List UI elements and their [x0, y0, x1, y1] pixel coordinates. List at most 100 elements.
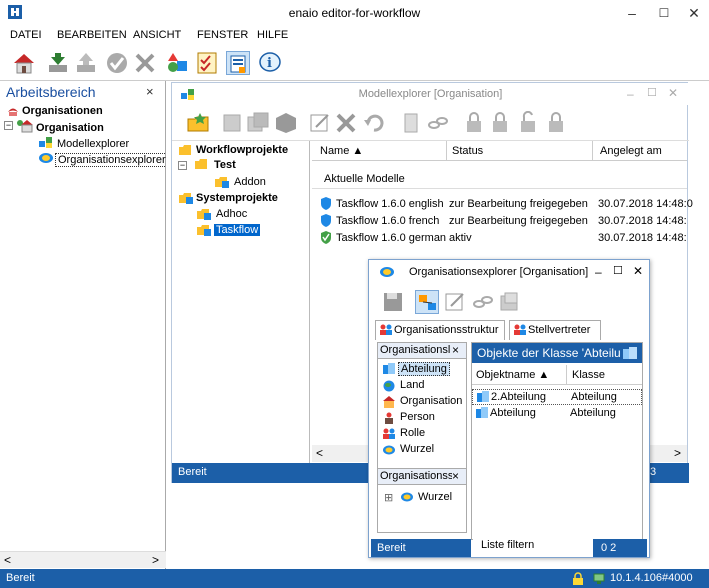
link-icon[interactable] [426, 111, 450, 135]
import-icon[interactable] [46, 51, 70, 75]
org-tree-wurzel[interactable]: Wurzel [418, 491, 452, 503]
class-item[interactable]: Person [400, 411, 435, 423]
check-icon[interactable] [105, 51, 129, 75]
me-minimize-button[interactable]: – [627, 87, 634, 101]
oe-maximize-button[interactable]: ☐ [613, 264, 623, 277]
org-explorer-window[interactable]: Organisationsexplorer [Organisation] – ☐… [368, 259, 650, 558]
scroll-right-arrow[interactable]: > [674, 446, 681, 460]
tab-stellvertreter[interactable]: Stellvertreter [509, 320, 601, 340]
close-button[interactable]: ✕ [682, 4, 706, 22]
menu-datei[interactable]: DATEI [10, 29, 42, 41]
properties-icon[interactable] [497, 290, 521, 314]
class-item[interactable]: Abteilung [398, 362, 450, 376]
table-row[interactable]: 2.Abteilung Abteilung [472, 389, 642, 405]
column-status-header[interactable]: Status [452, 145, 483, 157]
menu-ansicht[interactable]: ANSICHT [133, 29, 181, 41]
new-folder-icon[interactable] [186, 111, 210, 135]
tree-adhoc[interactable]: Adhoc [216, 208, 247, 220]
tree-organisationsexplorer[interactable]: Organisationsexplorer [55, 153, 169, 167]
object-table-header: Objektname ▲ Klasse [472, 365, 642, 385]
tree-systemprojekte[interactable]: Systemprojekte [196, 192, 278, 204]
oe-close-button[interactable]: ✕ [633, 264, 643, 278]
tree-addon[interactable]: Addon [234, 176, 266, 188]
save-disk-icon[interactable] [381, 290, 405, 314]
scroll-right-arrow[interactable]: > [152, 553, 159, 567]
class-item[interactable]: Wurzel [400, 443, 434, 455]
package-icon[interactable] [274, 111, 298, 135]
delete-model-icon[interactable] [334, 111, 358, 135]
lock-closed-icon[interactable] [544, 111, 568, 135]
house-icon[interactable] [12, 51, 36, 75]
column-name-header[interactable]: Name ▲ [320, 145, 363, 157]
folder-icon [195, 159, 207, 169]
menu-fenster[interactable]: FENSTER [197, 29, 248, 41]
column-klasse-header[interactable]: Klasse [572, 369, 605, 381]
column-separator[interactable] [592, 141, 593, 161]
class-item[interactable]: Rolle [400, 427, 425, 439]
oe-minimize-button[interactable]: – [595, 265, 602, 279]
org-panel-title: Organisationss [380, 470, 454, 482]
lock-check-icon[interactable] [462, 111, 486, 135]
panel-close-button[interactable]: × [146, 84, 154, 99]
class-item[interactable]: Organisation [400, 395, 462, 407]
org-chart-icon[interactable] [415, 290, 439, 314]
org-panel-close[interactable]: × [452, 469, 460, 483]
copy-model-icon[interactable] [246, 111, 270, 135]
table-row[interactable]: Taskflow 1.6.0 english zur Bearbeitung f… [312, 196, 693, 212]
tree-expander-icon[interactable]: − [178, 161, 187, 170]
tree-modellexplorer[interactable]: Modellexplorer [57, 138, 129, 150]
tree-expander-icon[interactable]: − [4, 121, 13, 130]
model-explorer-titlebar[interactable]: Modellexplorer [Organisation] – ☐ ✕ [172, 83, 689, 105]
class-panel-close[interactable]: × [452, 343, 460, 357]
tree-organisationen[interactable]: Organisationen [22, 105, 103, 117]
window-list-icon[interactable] [226, 51, 250, 75]
department-icon [383, 363, 395, 374]
row-date: 30.07.2018 14:48: [598, 232, 687, 244]
menu-hilfe[interactable]: HILFE [257, 29, 288, 41]
tree-workflowprojekte[interactable]: Workflowprojekte [196, 144, 288, 156]
scroll-left-arrow[interactable]: < [4, 553, 11, 567]
table-row[interactable]: Taskflow 1.6.0 german aktiv 30.07.2018 1… [312, 230, 687, 246]
minimize-button[interactable]: – [620, 4, 644, 22]
me-status-count: 3 [650, 466, 657, 478]
delete-icon[interactable] [133, 51, 157, 75]
org-explorer-toolbar [369, 286, 649, 318]
edit-icon[interactable] [443, 290, 467, 314]
table-row[interactable]: Abteilung Abteilung [472, 406, 642, 422]
column-separator[interactable] [446, 141, 447, 161]
info-icon[interactable]: i [258, 51, 282, 75]
org-explorer-titlebar[interactable]: Organisationsexplorer [Organisation] – ☐… [369, 260, 649, 284]
column-objektname-header[interactable]: Objektname ▲ [476, 369, 549, 381]
org-explorer-tabs: Organisationsstruktur Stellvertreter [375, 320, 645, 340]
column-date-header[interactable]: Angelegt am [600, 145, 662, 157]
me-maximize-button[interactable]: ☐ [647, 86, 657, 99]
link-icon[interactable] [471, 290, 495, 314]
model-explorer-toolbar [172, 105, 689, 141]
tree-test[interactable]: Test [214, 159, 236, 171]
tab-organisationsstruktur[interactable]: Organisationsstruktur [375, 320, 505, 340]
unlock-icon[interactable] [516, 111, 540, 135]
shapes-icon[interactable] [166, 51, 190, 75]
root-icon [383, 445, 395, 455]
panel-title: Arbeitsbereich [6, 84, 96, 100]
tree-taskflow[interactable]: Taskflow [214, 224, 261, 236]
export-icon[interactable] [74, 51, 98, 75]
undo-icon[interactable] [362, 111, 386, 135]
checklist-icon[interactable] [195, 51, 219, 75]
lock-icon[interactable] [488, 111, 512, 135]
department-icon [477, 391, 489, 402]
table-row[interactable]: Taskflow 1.6.0 french zur Bearbeitung fr… [312, 213, 687, 229]
menu-bearbeiten[interactable]: BEARBEITEN [57, 29, 127, 41]
tree-expander-icon[interactable]: ⊞ [384, 491, 393, 504]
scroll-left-arrow[interactable]: < [316, 446, 323, 460]
class-item[interactable]: Land [400, 379, 424, 391]
me-close-button[interactable]: ✕ [668, 86, 678, 100]
horizontal-scrollbar[interactable]: < > [0, 551, 166, 568]
script-icon[interactable] [400, 111, 424, 135]
filter-list-field[interactable]: Liste filtern [473, 539, 593, 557]
edit-icon[interactable] [308, 111, 332, 135]
tree-organisation[interactable]: Organisation [36, 122, 104, 134]
column-separator[interactable] [566, 365, 567, 385]
new-model-icon[interactable] [220, 111, 244, 135]
maximize-button[interactable]: ☐ [652, 4, 676, 22]
